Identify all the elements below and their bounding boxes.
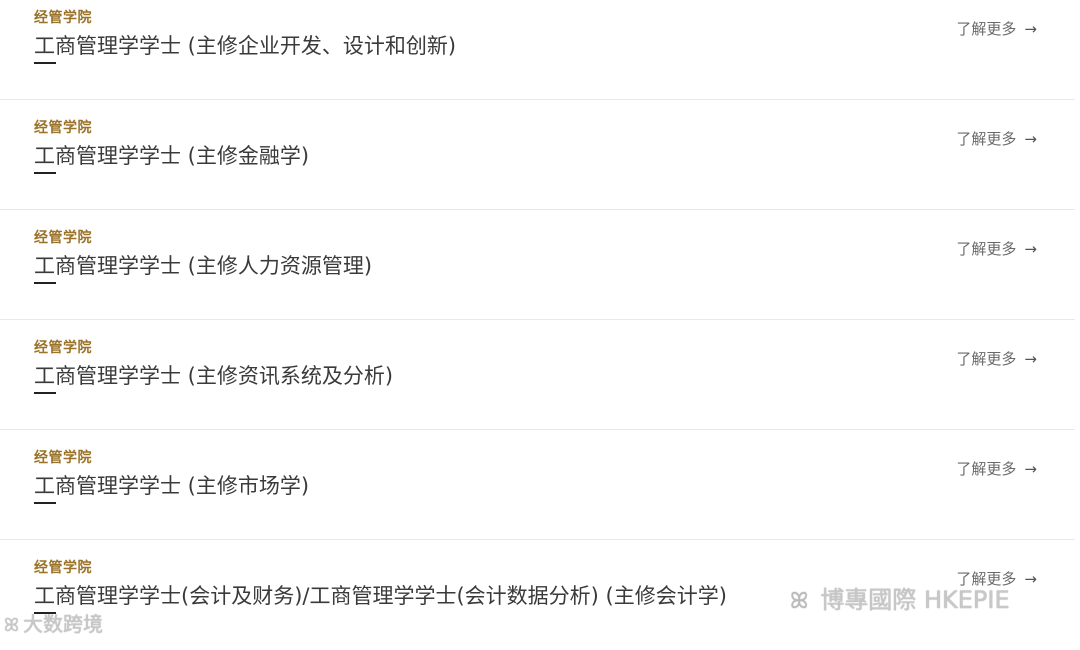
faculty-label: 经管学院 xyxy=(34,120,92,136)
program-title: 工商管理学学士 (主修企业开发、设计和创新) xyxy=(34,34,457,58)
arrow-right-icon: → xyxy=(1024,350,1037,368)
learn-more-link[interactable]: 了解更多 → xyxy=(956,348,1037,369)
watermark-left: ꕤ 大数跨境 xyxy=(4,608,103,637)
learn-more-label: 了解更多 xyxy=(956,20,1017,38)
wechat-icon: ꕤ xyxy=(790,589,809,614)
title-underline xyxy=(34,502,56,504)
program-item: 经管学院 工商管理学学士 (主修企业开发、设计和创新) 了解更多 → xyxy=(0,0,1075,100)
program-item: 经管学院 工商管理学学士 (主修资讯系统及分析) 了解更多 → xyxy=(0,320,1075,430)
learn-more-label: 了解更多 xyxy=(956,240,1017,258)
faculty-label: 经管学院 xyxy=(34,340,92,356)
learn-more-label: 了解更多 xyxy=(956,130,1017,148)
program-title: 工商管理学学士 (主修金融学) xyxy=(34,144,310,168)
faculty-label: 经管学院 xyxy=(34,230,92,246)
program-item: 经管学院 工商管理学学士 (主修金融学) 了解更多 → xyxy=(0,100,1075,210)
faculty-label: 经管学院 xyxy=(34,560,92,576)
title-underline xyxy=(34,172,56,174)
program-title: 工商管理学学士(会计及财务)/工商管理学学士(会计数据分析) (主修会计学) xyxy=(34,584,727,608)
arrow-right-icon: → xyxy=(1024,240,1037,258)
learn-more-label: 了解更多 xyxy=(956,350,1017,368)
program-item: 经管学院 工商管理学学士 (主修市场学) 了解更多 → xyxy=(0,430,1075,540)
arrow-right-icon: → xyxy=(1024,460,1037,478)
title-underline xyxy=(34,392,56,394)
title-underline xyxy=(34,62,56,64)
arrow-right-icon: → xyxy=(1024,570,1037,588)
watermark-right-text: 博專國際 HKEPIE xyxy=(820,586,1010,614)
learn-more-link[interactable]: 了解更多 → xyxy=(956,128,1037,149)
program-title: 工商管理学学士 (主修人力资源管理) xyxy=(34,254,373,278)
watermark-left-text: 大数跨境 xyxy=(22,612,103,636)
program-list: 经管学院 工商管理学学士 (主修企业开发、设计和创新) 了解更多 → 经管学院 工… xyxy=(0,0,1080,642)
program-title: 工商管理学学士 (主修资讯系统及分析) xyxy=(34,364,394,388)
wechat-icon: ꕤ xyxy=(4,615,19,636)
learn-more-link[interactable]: 了解更多 → xyxy=(956,238,1037,259)
faculty-label: 经管学院 xyxy=(34,450,92,466)
program-item: 经管学院 工商管理学学士 (主修人力资源管理) 了解更多 → xyxy=(0,210,1075,320)
title-underline xyxy=(34,282,56,284)
arrow-right-icon: → xyxy=(1024,130,1037,148)
learn-more-label: 了解更多 xyxy=(956,460,1017,478)
learn-more-link[interactable]: 了解更多 → xyxy=(956,18,1037,39)
arrow-right-icon: → xyxy=(1024,20,1037,38)
learn-more-link[interactable]: 了解更多 → xyxy=(956,458,1037,479)
program-title: 工商管理学学士 (主修市场学) xyxy=(34,474,310,498)
faculty-label: 经管学院 xyxy=(34,10,92,26)
watermark-right: ꕤ 博專國際 HKEPIE xyxy=(790,580,1010,615)
